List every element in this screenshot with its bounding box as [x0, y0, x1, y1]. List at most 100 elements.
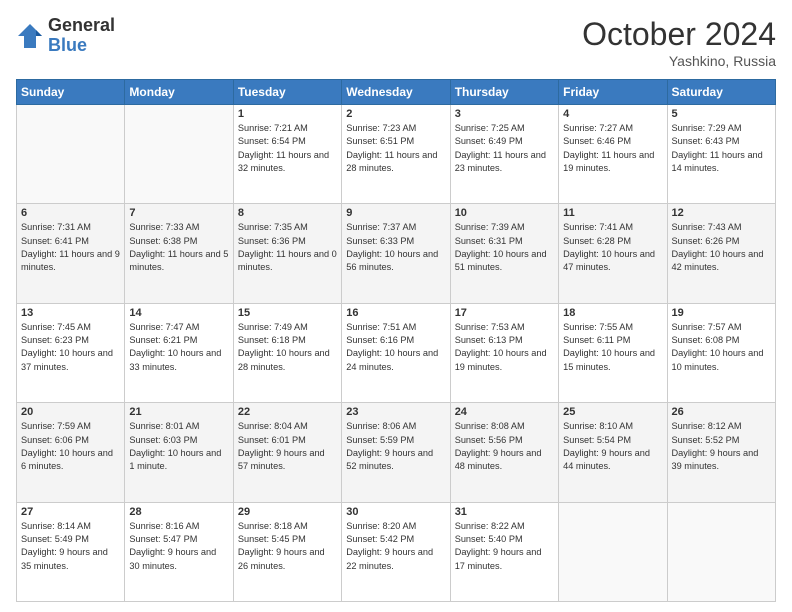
table-row: 30 Sunrise: 8:20 AM Sunset: 5:42 PM Dayli… — [342, 502, 450, 601]
day-info: Sunrise: 8:01 AM Sunset: 6:03 PM Dayligh… — [129, 420, 228, 473]
day-info: Sunrise: 8:06 AM Sunset: 5:59 PM Dayligh… — [346, 420, 445, 473]
day-number: 17 — [455, 307, 554, 319]
day-info: Sunrise: 7:57 AM Sunset: 6:08 PM Dayligh… — [672, 321, 771, 374]
day-number: 9 — [346, 207, 445, 219]
logo: General Blue — [16, 16, 115, 56]
month-title: October 2024 — [582, 16, 776, 53]
table-row: 19 Sunrise: 7:57 AM Sunset: 6:08 PM Dayli… — [667, 303, 775, 402]
day-info: Sunrise: 7:29 AM Sunset: 6:43 PM Dayligh… — [672, 122, 771, 175]
day-info: Sunrise: 8:22 AM Sunset: 5:40 PM Dayligh… — [455, 520, 554, 573]
logo-blue: Blue — [48, 35, 87, 55]
day-number: 5 — [672, 108, 771, 120]
title-block: October 2024 Yashkino, Russia — [582, 16, 776, 69]
table-row: 2Sunrise: 7:23 AM Sunset: 6:51 PM Daylig… — [342, 105, 450, 204]
calendar-row: 6 Sunrise: 7:31 AM Sunset: 6:41 PM Daylig… — [17, 204, 776, 303]
calendar-row: 27Sunrise: 8:14 AM Sunset: 5:49 PM Dayli… — [17, 502, 776, 601]
col-monday: Monday — [125, 80, 233, 105]
day-info: Sunrise: 7:33 AM Sunset: 6:38 PM Dayligh… — [129, 221, 228, 274]
table-row — [667, 502, 775, 601]
day-info: Sunrise: 8:16 AM Sunset: 5:47 PM Dayligh… — [129, 520, 228, 573]
day-info: Sunrise: 8:12 AM Sunset: 5:52 PM Dayligh… — [672, 420, 771, 473]
table-row: 18 Sunrise: 7:55 AM Sunset: 6:11 PM Dayli… — [559, 303, 667, 402]
table-row: 29Sunrise: 8:18 AM Sunset: 5:45 PM Dayli… — [233, 502, 341, 601]
table-row: 3 Sunrise: 7:25 AM Sunset: 6:49 PM Daylig… — [450, 105, 558, 204]
day-info: Sunrise: 7:39 AM Sunset: 6:31 PM Dayligh… — [455, 221, 554, 274]
table-row: 12 Sunrise: 7:43 AM Sunset: 6:26 PM Dayli… — [667, 204, 775, 303]
table-row: 26 Sunrise: 8:12 AM Sunset: 5:52 PM Dayli… — [667, 403, 775, 502]
day-info: Sunrise: 7:51 AM Sunset: 6:16 PM Dayligh… — [346, 321, 445, 374]
table-row — [125, 105, 233, 204]
day-info: Sunrise: 8:08 AM Sunset: 5:56 PM Dayligh… — [455, 420, 554, 473]
day-info: Sunrise: 8:18 AM Sunset: 5:45 PM Dayligh… — [238, 520, 337, 573]
table-row — [17, 105, 125, 204]
day-info: Sunrise: 7:27 AM Sunset: 6:46 PM Dayligh… — [563, 122, 662, 175]
day-number: 31 — [455, 506, 554, 518]
day-number: 25 — [563, 406, 662, 418]
day-number: 4 — [563, 108, 662, 120]
day-info: Sunrise: 7:37 AM Sunset: 6:33 PM Dayligh… — [346, 221, 445, 274]
day-info: Sunrise: 8:10 AM Sunset: 5:54 PM Dayligh… — [563, 420, 662, 473]
table-row: 10Sunrise: 7:39 AM Sunset: 6:31 PM Dayli… — [450, 204, 558, 303]
calendar-row: 1 Sunrise: 7:21 AM Sunset: 6:54 PM Daylig… — [17, 105, 776, 204]
day-info: Sunrise: 7:31 AM Sunset: 6:41 PM Dayligh… — [21, 221, 120, 274]
logo-general: General — [48, 15, 115, 35]
day-number: 18 — [563, 307, 662, 319]
col-sunday: Sunday — [17, 80, 125, 105]
day-info: Sunrise: 7:53 AM Sunset: 6:13 PM Dayligh… — [455, 321, 554, 374]
table-row: 4 Sunrise: 7:27 AM Sunset: 6:46 PM Daylig… — [559, 105, 667, 204]
col-tuesday: Tuesday — [233, 80, 341, 105]
day-info: Sunrise: 7:21 AM Sunset: 6:54 PM Dayligh… — [238, 122, 337, 175]
location-subtitle: Yashkino, Russia — [582, 53, 776, 69]
table-row: 27Sunrise: 8:14 AM Sunset: 5:49 PM Dayli… — [17, 502, 125, 601]
day-number: 21 — [129, 406, 228, 418]
day-number: 30 — [346, 506, 445, 518]
table-row: 1 Sunrise: 7:21 AM Sunset: 6:54 PM Daylig… — [233, 105, 341, 204]
day-info: Sunrise: 7:25 AM Sunset: 6:49 PM Dayligh… — [455, 122, 554, 175]
table-row: 21 Sunrise: 8:01 AM Sunset: 6:03 PM Dayli… — [125, 403, 233, 502]
table-row: 16Sunrise: 7:51 AM Sunset: 6:16 PM Dayli… — [342, 303, 450, 402]
day-number: 13 — [21, 307, 120, 319]
day-info: Sunrise: 7:43 AM Sunset: 6:26 PM Dayligh… — [672, 221, 771, 274]
day-number: 23 — [346, 406, 445, 418]
day-info: Sunrise: 8:20 AM Sunset: 5:42 PM Dayligh… — [346, 520, 445, 573]
table-row: 24 Sunrise: 8:08 AM Sunset: 5:56 PM Dayli… — [450, 403, 558, 502]
table-row: 17 Sunrise: 7:53 AM Sunset: 6:13 PM Dayli… — [450, 303, 558, 402]
day-number: 14 — [129, 307, 228, 319]
col-saturday: Saturday — [667, 80, 775, 105]
day-number: 28 — [129, 506, 228, 518]
day-number: 3 — [455, 108, 554, 120]
day-info: Sunrise: 7:55 AM Sunset: 6:11 PM Dayligh… — [563, 321, 662, 374]
day-number: 6 — [21, 207, 120, 219]
day-info: Sunrise: 7:45 AM Sunset: 6:23 PM Dayligh… — [21, 321, 120, 374]
day-number: 24 — [455, 406, 554, 418]
day-number: 11 — [563, 207, 662, 219]
table-row: 15 Sunrise: 7:49 AM Sunset: 6:18 PM Dayli… — [233, 303, 341, 402]
table-row: 9 Sunrise: 7:37 AM Sunset: 6:33 PM Daylig… — [342, 204, 450, 303]
table-row: 11 Sunrise: 7:41 AM Sunset: 6:28 PM Dayli… — [559, 204, 667, 303]
table-row: 25 Sunrise: 8:10 AM Sunset: 5:54 PM Dayli… — [559, 403, 667, 502]
page: General Blue October 2024 Yashkino, Russ… — [0, 0, 792, 612]
day-number: 20 — [21, 406, 120, 418]
calendar-row: 13 Sunrise: 7:45 AM Sunset: 6:23 PM Dayli… — [17, 303, 776, 402]
day-number: 8 — [238, 207, 337, 219]
day-number: 7 — [129, 207, 228, 219]
table-row: 13 Sunrise: 7:45 AM Sunset: 6:23 PM Dayli… — [17, 303, 125, 402]
day-info: Sunrise: 8:04 AM Sunset: 6:01 PM Dayligh… — [238, 420, 337, 473]
table-row: 22Sunrise: 8:04 AM Sunset: 6:01 PM Dayli… — [233, 403, 341, 502]
table-row: 14 Sunrise: 7:47 AM Sunset: 6:21 PM Dayli… — [125, 303, 233, 402]
calendar-table: Sunday Monday Tuesday Wednesday Thursday… — [16, 79, 776, 602]
day-number: 1 — [238, 108, 337, 120]
day-info: Sunrise: 7:59 AM Sunset: 6:06 PM Dayligh… — [21, 420, 120, 473]
day-info: Sunrise: 7:49 AM Sunset: 6:18 PM Dayligh… — [238, 321, 337, 374]
day-number: 15 — [238, 307, 337, 319]
day-number: 19 — [672, 307, 771, 319]
calendar-row: 20 Sunrise: 7:59 AM Sunset: 6:06 PM Dayli… — [17, 403, 776, 502]
day-number: 12 — [672, 207, 771, 219]
day-info: Sunrise: 7:41 AM Sunset: 6:28 PM Dayligh… — [563, 221, 662, 274]
day-info: Sunrise: 7:23 AM Sunset: 6:51 PM Dayligh… — [346, 122, 445, 175]
table-row: 31 Sunrise: 8:22 AM Sunset: 5:40 PM Dayli… — [450, 502, 558, 601]
day-info: Sunrise: 7:35 AM Sunset: 6:36 PM Dayligh… — [238, 221, 337, 274]
table-row: 20 Sunrise: 7:59 AM Sunset: 6:06 PM Dayli… — [17, 403, 125, 502]
day-info: Sunrise: 7:47 AM Sunset: 6:21 PM Dayligh… — [129, 321, 228, 374]
day-number: 26 — [672, 406, 771, 418]
